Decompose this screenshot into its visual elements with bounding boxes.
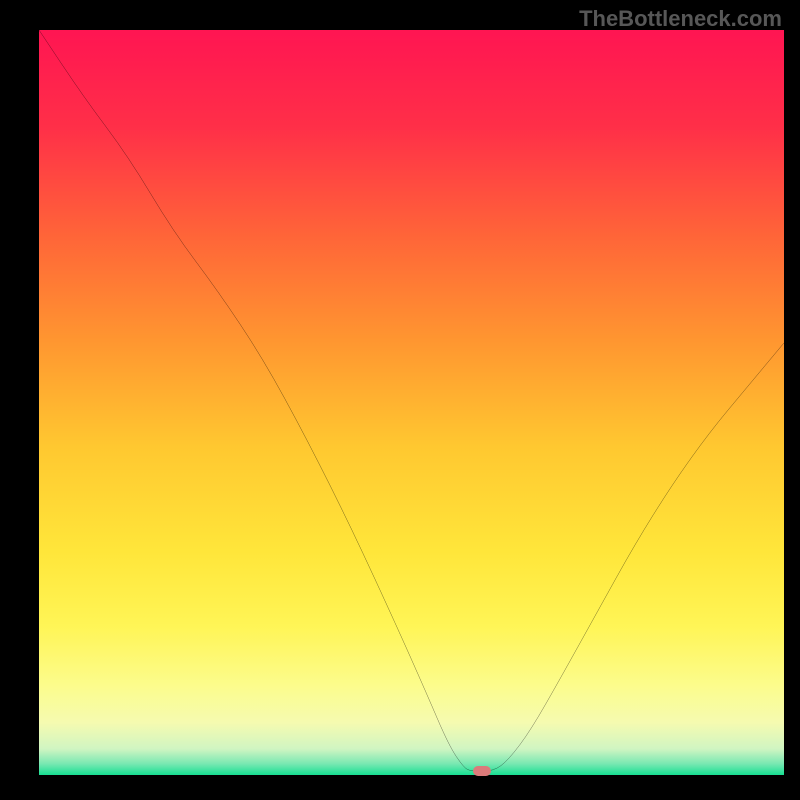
chart-container: TheBottleneck.com (0, 0, 800, 800)
plot-area (39, 30, 784, 775)
curve-layer (39, 30, 784, 775)
watermark-text: TheBottleneck.com (579, 6, 782, 32)
optimal-marker (473, 766, 491, 776)
bottleneck-curve (39, 30, 784, 771)
